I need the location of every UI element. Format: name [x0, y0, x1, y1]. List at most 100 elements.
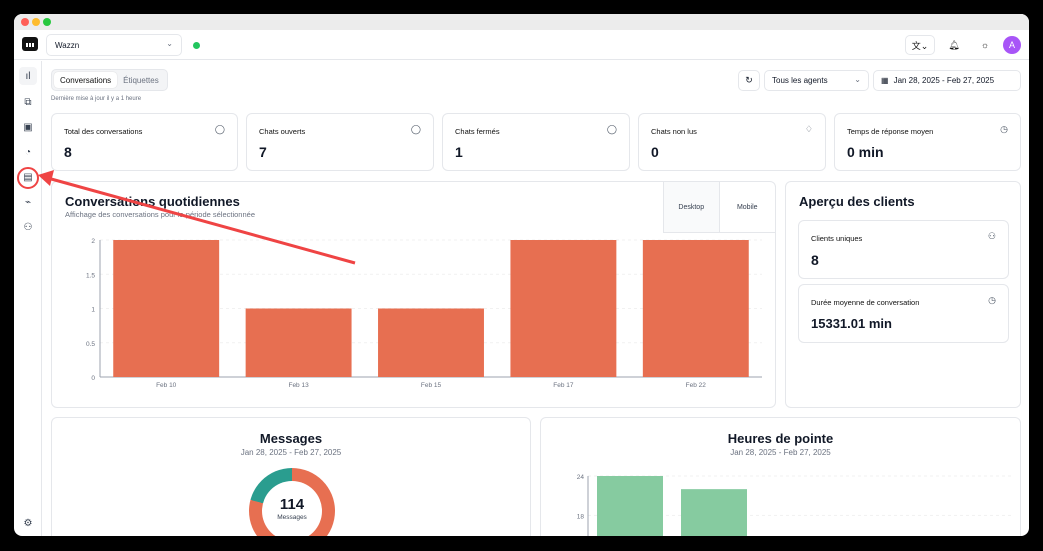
refresh-button[interactable]: ↻	[738, 70, 760, 91]
x-tick-label: Feb 15	[421, 382, 442, 389]
chat-bubbles-icon: ⧉	[24, 96, 32, 108]
users-icon: ⚇	[987, 231, 996, 241]
window-titlebar	[14, 14, 1029, 30]
last-update-text: Dernière mise à jour il y a 1 heure	[51, 96, 142, 102]
chat-icon: ◯	[214, 124, 225, 134]
bar	[113, 240, 220, 377]
daily-conversations-card: Conversations quotidiennes Affichage des…	[51, 181, 776, 408]
users-icon: ⚇	[23, 221, 33, 233]
avg-duration-value: 15331.01 min	[811, 316, 892, 331]
stat-value: 7	[259, 144, 267, 160]
stat-value: 0 min	[847, 144, 884, 160]
unique-clients-label: Clients uniques	[811, 234, 863, 243]
peak-hours-chart: 121824	[577, 474, 1011, 536]
clock-icon: ◷	[988, 295, 996, 305]
stat-label: Chats ouverts	[259, 127, 306, 136]
tab-conversations[interactable]: Conversations	[54, 72, 118, 88]
rss-icon: ◔	[24, 146, 32, 158]
sidebar-item-integrations[interactable]: ⌁	[19, 193, 37, 211]
chat-icon: ◯	[606, 124, 617, 134]
refresh-icon: ↻	[745, 75, 753, 85]
bell-icon: 🔔︎	[948, 39, 960, 50]
online-status-dot	[193, 42, 200, 49]
language-button[interactable]: 文⌄	[905, 35, 935, 55]
sidebar-item-users[interactable]: ⚇	[19, 218, 37, 236]
stat-label: Chats non lus	[651, 127, 697, 136]
messages-total: 114	[279, 496, 305, 513]
bell-icon: ♢	[804, 124, 813, 134]
sun-icon: ☼	[980, 40, 990, 50]
stat-value: 8	[64, 144, 72, 160]
workspace-name: Wazzn	[55, 41, 80, 50]
bar	[378, 308, 484, 377]
bar	[642, 240, 749, 377]
top-bar: Wazzn ⌄ 文⌄ 🔔︎ ☼ A	[14, 30, 1029, 60]
calendar-icon: ▦	[881, 76, 889, 85]
y-tick-label: 1	[91, 307, 95, 314]
stat-label: Total des conversations	[64, 127, 143, 136]
date-range-picker[interactable]: ▦ Jan 28, 2025 - Feb 27, 2025	[873, 70, 1021, 91]
date-range-value: Jan 28, 2025 - Feb 27, 2025	[893, 76, 995, 85]
translate-icon: 文⌄	[911, 40, 929, 51]
bar-chart-icon: ıl	[25, 70, 31, 82]
y-tick-label: 0.5	[86, 341, 95, 348]
peak-hours-card: Heures de pointe Jan 28, 2025 - Feb 27, …	[540, 417, 1021, 536]
donut-center: 114 Messages	[262, 481, 322, 536]
chevron-down-icon: ⌄	[854, 75, 861, 84]
sidebar: ıl ⧉ ▣ ◔ ▤ ⌁ ⚇ ⚙	[14, 61, 42, 536]
y-tick-label: 2	[91, 238, 95, 245]
sidebar-item-analytics[interactable]: ıl	[19, 67, 37, 85]
avg-duration-card: Durée moyenne de conversation ◷ 15331.01…	[798, 284, 1009, 343]
agent-select[interactable]: Tous les agents ⌄	[764, 70, 869, 91]
customer-overview-title: Aperçu des clients	[799, 194, 915, 209]
workspace-select[interactable]: Wazzn ⌄	[46, 34, 182, 56]
chevron-down-icon: ⌄	[166, 39, 173, 48]
sidebar-item-conversations[interactable]: ⧉	[19, 93, 37, 111]
bar	[597, 476, 663, 536]
theme-toggle-button[interactable]: ☼	[975, 35, 995, 55]
clock-icon: ◷	[1000, 124, 1008, 134]
minimize-window-button[interactable]	[32, 18, 40, 26]
settings-button[interactable]: ⚙	[19, 514, 37, 532]
stat-card-unread: Chats non lus ♢ 0	[638, 113, 826, 171]
gear-icon: ⚙	[23, 517, 33, 529]
x-tick-label: Feb 17	[553, 382, 574, 389]
messages-donut-chart: 114 Messages	[249, 468, 335, 536]
bar	[681, 489, 747, 536]
app-window: Wazzn ⌄ 文⌄ 🔔︎ ☼ A ıl ⧉ ▣ ◔ ▤ ⌁ ⚇ ⚙ Conve…	[14, 14, 1029, 536]
y-tick-label: 0	[91, 375, 95, 382]
document-icon: ▤	[23, 171, 33, 183]
sidebar-item-documents[interactable]: ▤	[19, 168, 37, 186]
sidebar-item-feed[interactable]: ◔	[19, 143, 37, 161]
x-tick-label: Feb 10	[156, 382, 177, 389]
view-tabs: Conversations Étiquettes	[51, 69, 168, 91]
sidebar-item-terminal[interactable]: ▣	[19, 118, 37, 136]
messages-total-label: Messages	[277, 514, 307, 521]
x-tick-label: Feb 22	[686, 382, 707, 389]
daily-conversations-chart: 0 0.5 1 1.5 2 Feb 10 Feb 13 Feb 15 Feb 17 Feb 22	[86, 238, 762, 389]
maximize-window-button[interactable]	[43, 18, 51, 26]
user-avatar[interactable]: A	[1003, 36, 1021, 54]
messages-card: Messages Jan 28, 2025 - Feb 27, 2025 114…	[51, 417, 531, 536]
stat-card-total: Total des conversations ◯ 8	[51, 113, 238, 171]
messages-title: Messages	[259, 431, 323, 446]
y-tick-label: 24	[577, 474, 585, 481]
app-logo[interactable]	[22, 37, 38, 51]
customer-overview-card: Aperçu des clients Clients uniques ⚇ 8 D…	[785, 181, 1021, 408]
unique-clients-card: Clients uniques ⚇ 8	[798, 220, 1009, 279]
terminal-icon: ▣	[23, 121, 33, 133]
unique-clients-value: 8	[811, 252, 819, 268]
stat-value: 1	[455, 144, 463, 160]
tab-labels[interactable]: Étiquettes	[117, 72, 165, 88]
stat-card-response-time: Temps de réponse moyen ◷ 0 min	[834, 113, 1021, 171]
bar	[510, 240, 617, 377]
stat-value: 0	[651, 144, 659, 160]
stat-card-closed: Chats fermés ◯ 1	[442, 113, 630, 171]
avg-duration-label: Durée moyenne de conversation	[811, 298, 920, 307]
stat-label: Chats fermés	[455, 127, 500, 136]
y-tick-label: 1.5	[86, 272, 95, 279]
chat-icon: ◯	[410, 124, 421, 134]
close-window-button[interactable]	[21, 18, 29, 26]
notifications-button[interactable]: 🔔︎	[944, 35, 964, 55]
y-tick-label: 18	[577, 513, 585, 520]
